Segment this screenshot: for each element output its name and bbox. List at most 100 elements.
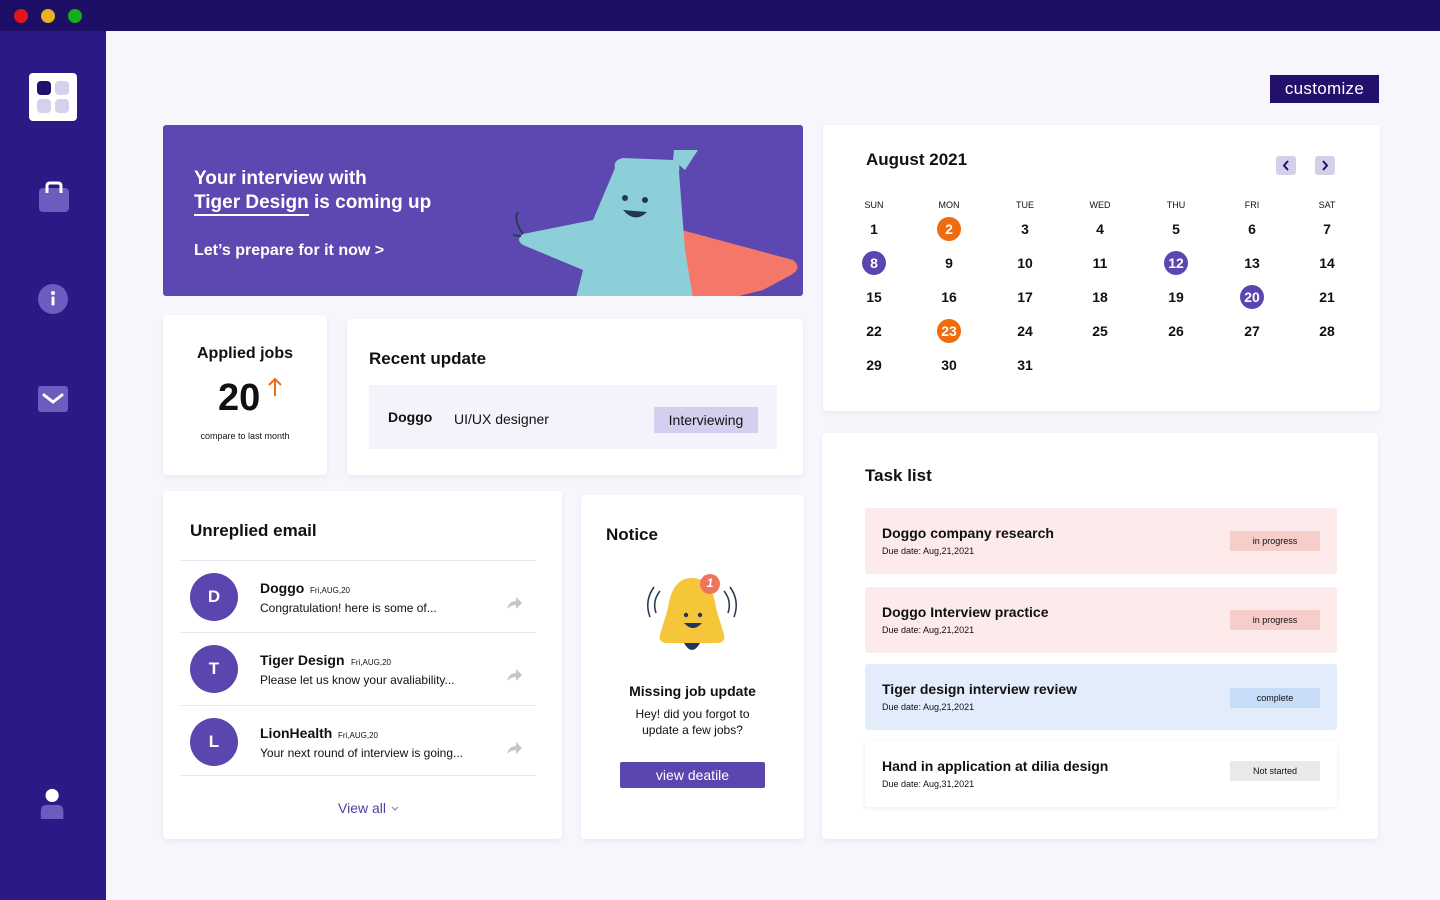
unreplied-email-title: Unreplied email	[190, 521, 317, 540]
calendar-title: August 2021	[866, 150, 968, 169]
weekday-label: SAT	[1318, 200, 1336, 210]
calendar-day[interactable]: 21	[1315, 285, 1339, 309]
view-all-label: View all	[338, 800, 386, 816]
info-icon[interactable]	[38, 284, 70, 316]
calendar-day[interactable]: 26	[1164, 319, 1188, 343]
applied-jobs-count: 20	[218, 377, 261, 419]
task-due-date: Due date: Aug,31,2021	[882, 779, 975, 789]
calendar-day[interactable]: 27	[1240, 319, 1264, 343]
calendar-day[interactable]: 22	[862, 319, 886, 343]
calendar-day[interactable]: 31	[1013, 353, 1037, 377]
chevron-right-icon	[1322, 160, 1329, 171]
calendar-day[interactable]: 3	[1013, 217, 1037, 241]
calendar-day[interactable]: 15	[862, 285, 886, 309]
recent-update-title: Recent update	[369, 349, 487, 368]
task-status-badge: in progress	[1230, 610, 1320, 630]
banner-company: Tiger Design	[194, 192, 309, 216]
status-badge: Interviewing	[654, 407, 758, 433]
applied-jobs-title: Applied jobs	[197, 345, 293, 362]
reply-forward-icon[interactable]	[505, 667, 523, 683]
avatar: L	[190, 718, 238, 766]
email-list-item[interactable]: T Tiger Design Fri,AUG,20 Please let us kno…	[180, 632, 536, 704]
task-title: Hand in application at dilia design	[882, 758, 1109, 774]
calendar-day[interactable]: 30	[937, 353, 961, 377]
update-role: UI/UX designer	[454, 411, 549, 427]
email-sender: LionHealth	[260, 725, 333, 741]
view-all-link[interactable]: View all	[338, 800, 400, 816]
calendar-day-interview[interactable]: 20	[1240, 285, 1264, 309]
calendar-day-interview[interactable]: 12	[1164, 251, 1188, 275]
calendar-day[interactable]: 29	[862, 353, 886, 377]
task-title: Doggo Interview practice	[882, 604, 1049, 620]
dashboard-icon[interactable]	[29, 73, 77, 121]
task-due-date: Due date: Aug,21,2021	[882, 702, 975, 712]
avatar: D	[190, 573, 238, 621]
email-list-item[interactable]: L LionHealth Fri,AUG,20 Your next round of …	[180, 705, 536, 777]
weekday-label: FRI	[1244, 200, 1260, 210]
banner-line1: Your interview with	[194, 168, 367, 189]
chevron-down-icon	[391, 806, 399, 811]
calendar-day[interactable]: 9	[937, 251, 961, 275]
email-date: Fri,AUG,20	[351, 658, 392, 667]
interview-banner[interactable]: Your interview with Tiger Design is comi…	[163, 125, 803, 296]
calendar-day-interview[interactable]: 8	[862, 251, 886, 275]
view-detail-button[interactable]: view deatile	[620, 762, 765, 788]
calendar-day[interactable]: 18	[1088, 285, 1112, 309]
calendar-day[interactable]: 19	[1164, 285, 1188, 309]
calendar-prev-button[interactable]	[1276, 156, 1296, 175]
weekday-label: SUN	[864, 200, 884, 210]
calendar-day[interactable]: 28	[1315, 319, 1339, 343]
task-due-date: Due date: Aug,21,2021	[882, 546, 975, 556]
calendar-day[interactable]: 24	[1013, 319, 1037, 343]
calendar-day[interactable]: 16	[937, 285, 961, 309]
recent-update-row[interactable]: Doggo UI/UX designer Interviewing	[369, 385, 777, 449]
task-status-badge: complete	[1230, 688, 1320, 708]
email-preview: Please let us know your avaliability...	[260, 673, 455, 687]
weekday-label: THU	[1166, 200, 1186, 210]
calendar-day[interactable]: 25	[1088, 319, 1112, 343]
reply-forward-icon[interactable]	[505, 740, 523, 756]
sidebar	[0, 31, 106, 900]
briefcase-icon[interactable]	[38, 181, 70, 213]
email-date: Fri,AUG,20	[310, 586, 351, 595]
calendar-next-button[interactable]	[1315, 156, 1335, 175]
calendar-day[interactable]: 6	[1240, 217, 1264, 241]
calendar-day[interactable]: 4	[1088, 217, 1112, 241]
avatar: T	[190, 645, 238, 693]
calendar-day[interactable]: 14	[1315, 251, 1339, 275]
reply-forward-icon[interactable]	[505, 595, 523, 611]
user-icon[interactable]	[38, 787, 70, 819]
task-item[interactable]: Tiger design interview review Due date: A…	[865, 664, 1337, 730]
calendar-day[interactable]: 5	[1164, 217, 1188, 241]
calendar-day-event[interactable]: 2	[937, 217, 961, 241]
weekday-label: WED	[1089, 200, 1111, 210]
applied-jobs-caption: compare to last month	[200, 431, 290, 441]
customize-button[interactable]: customize	[1270, 75, 1379, 103]
email-list-divider	[180, 775, 536, 776]
applied-jobs-card: Applied jobs 20 compare to last month	[163, 315, 327, 475]
calendar-day[interactable]: 10	[1013, 251, 1037, 275]
calendar-day-event[interactable]: 23	[937, 319, 961, 343]
task-title: Doggo company research	[882, 525, 1054, 541]
close-window-button[interactable]	[14, 9, 28, 23]
email-preview: Congratulation! here is some of...	[260, 601, 437, 615]
maximize-window-button[interactable]	[68, 9, 82, 23]
chevron-left-icon	[1282, 160, 1289, 171]
calendar-day[interactable]: 7	[1315, 217, 1339, 241]
arrow-up-icon	[268, 377, 282, 396]
hero-mascot-illustration	[513, 150, 798, 296]
calendar-day[interactable]: 13	[1240, 251, 1264, 275]
task-item[interactable]: Doggo company research Due date: Aug,21,2…	[865, 508, 1337, 574]
calendar-day[interactable]: 11	[1088, 251, 1112, 275]
mail-icon[interactable]	[38, 384, 70, 416]
minimize-window-button[interactable]	[41, 9, 55, 23]
task-item[interactable]: Doggo Interview practice Due date: Aug,21…	[865, 587, 1337, 653]
email-date: Fri,AUG,20	[338, 731, 379, 740]
task-item[interactable]: Hand in application at dilia design Due d…	[865, 741, 1337, 807]
calendar-day[interactable]: 1	[862, 217, 886, 241]
email-list-item[interactable]: D Doggo Fri,AUG,20 Congratulation! here is …	[180, 560, 536, 632]
calendar-day[interactable]: 17	[1013, 285, 1037, 309]
notice-badge: 1	[706, 576, 714, 590]
task-status-badge: Not started	[1230, 761, 1320, 781]
banner-cta-link[interactable]: Let’s prepare for it now >	[194, 242, 384, 260]
